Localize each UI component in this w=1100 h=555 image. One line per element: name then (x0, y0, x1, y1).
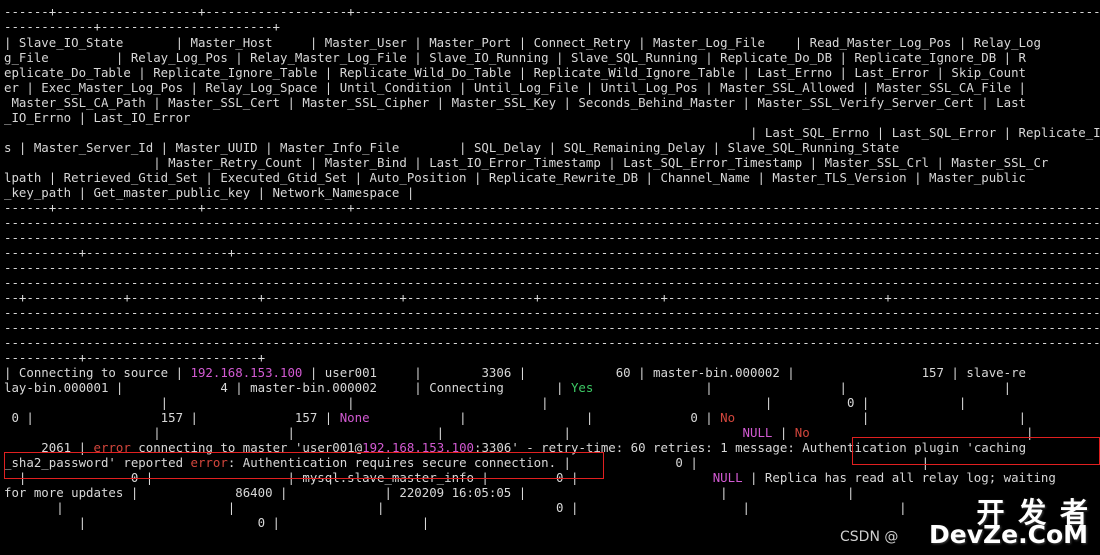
column-header-line: Master_SSL_CA_Path | Master_SSL_Cert | M… (4, 95, 1026, 110)
table-border-line: ------+-------------------+-------------… (4, 200, 1100, 215)
table-row-line: | 0 | | mysql.slave_master_info | 0 | NU… (4, 470, 1056, 485)
column-header-line: | Master_Retry_Count | Master_Bind | Las… (4, 155, 1049, 170)
last-io-error-line: _sha2_password' reported error: Authenti… (4, 455, 930, 470)
table-row-line: for more updates | 86400 | | 220209 16:0… (4, 485, 855, 500)
column-header-line: er | Exec_Master_Log_Pos | Relay_Log_Spa… (4, 80, 1026, 95)
table-border-line: ----------------------------------------… (4, 275, 1100, 290)
watermark: 开 发 者 CSDN @ DevZe.CoM (840, 496, 1090, 549)
column-header-line: s | Master_Server_Id | Master_UUID | Mas… (4, 140, 900, 155)
slave-sql-running-value: Yes (570, 380, 594, 395)
table-border-line: ----------------------------------------… (4, 335, 1100, 350)
watermark-site: DevZe.CoM (929, 520, 1088, 549)
terminal-window[interactable]: ------+-------------------+-------------… (0, 0, 1100, 555)
error-host-ip: 192.168.153.100 (362, 440, 475, 455)
column-header-line: | Slave_IO_State | Master_Host | Master_… (4, 35, 1041, 50)
null-value: NULL (712, 470, 743, 485)
seconds-behind-master-value: NULL (742, 425, 773, 440)
table-border-line: ----------+-----------------------+ (4, 350, 266, 365)
table-row-line: | | | | 0 | | (4, 395, 967, 410)
column-header-line: eplicate_Do_Table | Replicate_Ignore_Tab… (4, 65, 1026, 80)
error-keyword: error (93, 440, 131, 455)
table-row-line: lay-bin.000001 | 4 | master-bin.000002 |… (4, 380, 1012, 395)
table-border-line: ------+-------------------+-------------… (4, 4, 1100, 19)
until-condition-value: None (339, 410, 370, 425)
column-header-line: | Last_SQL_Errno | Last_SQL_Error | Repl… (4, 125, 1100, 140)
table-border-line: ----------------------------------------… (4, 260, 1100, 275)
master-ssl-allowed-value: No (720, 410, 736, 425)
table-border-line: ----------+-------------------+---------… (4, 245, 1100, 260)
table-row-line: | | | | NULL | No | (4, 425, 1034, 440)
table-row-line: | Connecting to source | 192.168.153.100… (4, 365, 1027, 380)
table-border-line: ----------------------------------------… (4, 320, 1100, 335)
table-border-line: ----------------------------------------… (4, 215, 1100, 230)
table-border-line: ----------------------------------------… (4, 230, 1100, 245)
master-host-value: 192.168.153.100 (190, 365, 303, 380)
table-row-line: 0 | 157 | 157 | None | | 0 | No | | (4, 410, 1027, 425)
watermark-csdn: CSDN @ (840, 529, 899, 545)
column-header-line: _IO_Errno | Last_IO_Error (4, 110, 191, 125)
table-border-line: --+-------------+-----------------+-----… (4, 290, 1100, 305)
last-io-error-line: 2061 | error connecting to master 'user0… (4, 440, 1027, 455)
table-border-line: ------------+-----------------------+ (4, 19, 281, 34)
error-keyword: error (190, 455, 228, 470)
table-border-line: ----------------------------------------… (4, 305, 1100, 320)
verify-server-cert-value: No (794, 425, 810, 440)
column-header-line: _key_path | Get_master_public_key | Netw… (4, 185, 415, 200)
column-header-line: lpath | Retrieved_Gtid_Set | Executed_Gt… (4, 170, 1026, 185)
column-header-line: g_File | Relay_Log_Pos | Relay_Master_Lo… (4, 50, 1026, 65)
